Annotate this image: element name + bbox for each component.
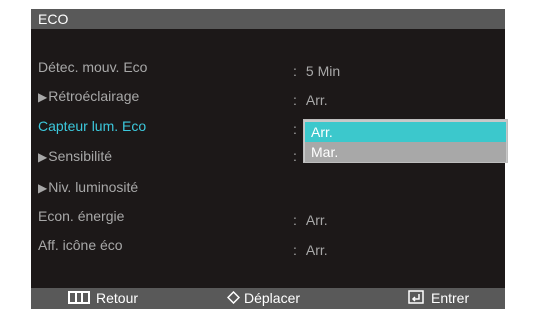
menu-item-aff-icone-eco[interactable]: Aff. icône éco — [38, 234, 123, 256]
menu-item-sensibilite[interactable]: ▶Sensibilité — [38, 145, 112, 167]
move-label: Déplacer — [244, 290, 301, 306]
menu-value-econ-energie: : Arr. — [293, 212, 328, 228]
value-text: 5 Min — [305, 63, 341, 79]
back-button[interactable]: Retour — [68, 288, 138, 309]
back-label: Retour — [96, 290, 139, 306]
menu-item-detec-mouv-eco[interactable]: Détec. mouv. Eco — [38, 56, 147, 78]
menu-item-label: Niv. luminosité — [48, 179, 139, 195]
menu-item-econ-energie[interactable]: Econ. énergie — [38, 205, 124, 227]
value-text: Arr. — [305, 242, 328, 258]
menu-grid-icon — [68, 289, 90, 310]
footer-bar: Retour Déplacer Entrer — [31, 288, 505, 309]
title-bar: ECO — [31, 9, 505, 29]
value-text: Arr. — [305, 92, 328, 108]
menu-value-detec-mouv-eco: :5 Min — [293, 63, 341, 79]
menu-value-aff-icone-eco: : Arr. — [293, 242, 328, 258]
menu-item-niv-luminosite[interactable]: ▶Niv. luminosité — [38, 176, 138, 198]
capteur-lum-eco-dropdown[interactable]: Arr. Mar. — [303, 119, 508, 163]
eco-osd-menu: ECO Détec. mouv. Eco :5 Min ▶Rétroéclair… — [31, 9, 508, 309]
enter-button[interactable]: Entrer — [408, 288, 469, 309]
menu-item-label: Rétroéclairage — [48, 88, 140, 104]
menu-item-capteur-lum-eco[interactable]: Capteur lum. Eco — [38, 115, 146, 137]
menu-item-label: Détec. mouv. Eco — [38, 59, 148, 75]
value-text: Arr. — [305, 212, 328, 228]
dropdown-option-arr[interactable]: Arr. — [305, 122, 506, 142]
menu-item-retroeclairage[interactable]: ▶Rétroéclairage — [38, 85, 139, 107]
submenu-arrow-icon: ▶ — [38, 181, 48, 195]
menu-title: ECO — [38, 11, 69, 27]
submenu-arrow-icon: ▶ — [38, 90, 48, 104]
submenu-arrow-icon: ▶ — [38, 150, 48, 164]
menu-item-label: Econ. énergie — [38, 208, 125, 224]
menu-value-retroeclairage: : Arr. — [293, 92, 328, 108]
navigate-diamond-icon — [226, 289, 241, 310]
enter-return-icon — [408, 289, 424, 310]
menu-item-label: Capteur lum. Eco — [38, 118, 147, 134]
enter-label: Entrer — [431, 290, 470, 306]
menu-item-label: Sensibilité — [48, 148, 113, 164]
menu-item-label: Aff. icône éco — [38, 237, 123, 253]
move-button[interactable]: Déplacer — [226, 288, 301, 310]
dropdown-option-mar[interactable]: Mar. — [305, 142, 506, 162]
